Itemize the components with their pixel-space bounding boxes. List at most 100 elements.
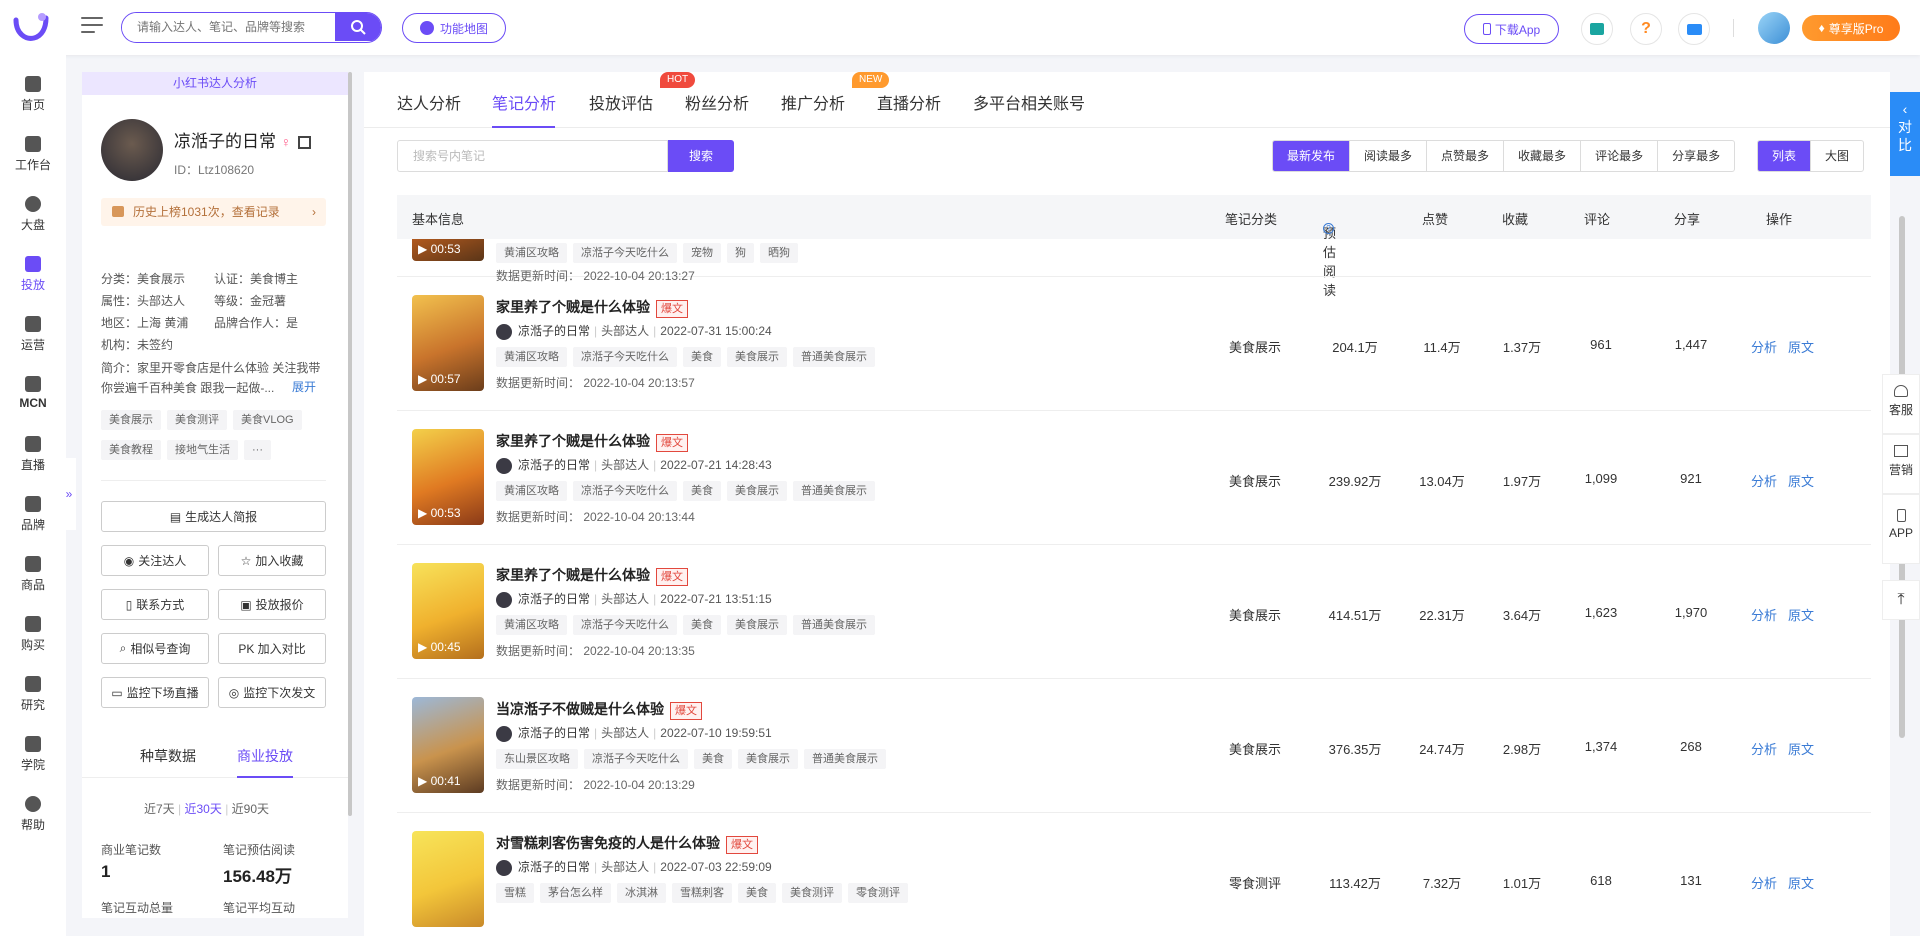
- sort-most-liked[interactable]: 点赞最多: [1427, 141, 1505, 171]
- search-button[interactable]: [335, 13, 381, 41]
- analyze-link[interactable]: 分析: [1751, 471, 1777, 490]
- duration: ▶ 00:45: [418, 640, 461, 654]
- author-name[interactable]: 凉湉子的日常: [518, 458, 590, 472]
- monitor-live-button[interactable]: ▭ 监控下场直播: [101, 677, 209, 708]
- more-tags-button[interactable]: ···: [244, 440, 271, 460]
- tab-fans-analysis[interactable]: 粉丝分析: [685, 90, 749, 114]
- note-thumbnail[interactable]: ▶ 00:57: [412, 295, 484, 391]
- nav-item-help[interactable]: 帮助: [0, 796, 66, 833]
- nav-item-live[interactable]: 直播: [0, 436, 66, 473]
- original-link[interactable]: 原文: [1788, 471, 1814, 490]
- author-name[interactable]: 凉湉子的日常: [518, 592, 590, 606]
- view-list[interactable]: 列表: [1758, 141, 1812, 171]
- download-app-button[interactable]: 下载App: [1464, 14, 1559, 44]
- tab-note-analysis[interactable]: 笔记分析: [492, 90, 556, 114]
- help-icon[interactable]: ?: [1323, 223, 1334, 234]
- publish-date: 2022-07-21 13:51:15: [660, 592, 772, 606]
- expand-link[interactable]: 展开: [290, 378, 317, 395]
- marketing-button[interactable]: 营销: [1882, 434, 1920, 494]
- logo-icon[interactable]: [12, 12, 50, 42]
- note-thumbnail[interactable]: ▶ 00:53: [412, 239, 484, 261]
- analyze-link[interactable]: 分析: [1751, 337, 1777, 356]
- tab-creator-analysis[interactable]: 达人分析: [397, 90, 461, 114]
- view-grid[interactable]: 大图: [1811, 141, 1863, 171]
- similar-search-button[interactable]: ⌕ 相似号查询: [101, 633, 209, 664]
- follow-button[interactable]: ◉ 关注达人: [101, 545, 209, 576]
- panel-scrollbar[interactable]: [348, 72, 352, 816]
- tab-multi-platform[interactable]: 多平台相关账号: [973, 90, 1085, 114]
- original-link[interactable]: 原文: [1788, 605, 1814, 624]
- note-title[interactable]: 对雪糕刺客伤害免疫的人是什么体验 爆文: [496, 833, 758, 854]
- note-search-button[interactable]: 搜索: [668, 140, 734, 172]
- author-name[interactable]: 凉湉子的日常: [518, 860, 590, 874]
- period-30d[interactable]: 近30天: [184, 802, 221, 816]
- question-icon[interactable]: ?: [1630, 13, 1662, 45]
- original-link[interactable]: 原文: [1788, 337, 1814, 356]
- customer-service-button[interactable]: 客服: [1882, 374, 1920, 434]
- nav-item-goods[interactable]: 商品: [0, 556, 66, 593]
- tab-seeding-data[interactable]: 种草数据: [140, 746, 196, 766]
- note-thumbnail[interactable]: ▶ 00:53: [412, 429, 484, 525]
- sort-latest[interactable]: 最新发布: [1273, 141, 1351, 171]
- tab-promotion-analysis[interactable]: 推广分析: [781, 90, 845, 114]
- sort-most-read[interactable]: 阅读最多: [1350, 141, 1428, 171]
- profile-tag[interactable]: 美食教程: [101, 440, 161, 460]
- back-to-top-icon[interactable]: ⤒: [1882, 580, 1920, 620]
- note-thumbnail[interactable]: ▶ 00:41: [412, 697, 484, 793]
- mail-icon[interactable]: [1678, 13, 1710, 45]
- tab-commercial[interactable]: 商业投放: [237, 746, 293, 766]
- nav-item-academy[interactable]: 学院: [0, 736, 66, 773]
- nav-item-dashboard[interactable]: 大盘: [0, 196, 66, 233]
- favorite-button[interactable]: ☆ 加入收藏: [218, 545, 326, 576]
- tab-placement-eval[interactable]: 投放评估: [589, 90, 653, 114]
- gift-icon[interactable]: [1581, 13, 1613, 45]
- original-link[interactable]: 原文: [1788, 873, 1814, 892]
- author-name[interactable]: 凉湉子的日常: [518, 324, 590, 338]
- sort-most-favorited[interactable]: 收藏最多: [1504, 141, 1582, 171]
- sort-most-shared[interactable]: 分享最多: [1658, 141, 1734, 171]
- compare-sidebar-button[interactable]: ‹ 对比: [1890, 92, 1920, 176]
- note-search-input[interactable]: 搜索号内笔记: [397, 140, 668, 172]
- note-title[interactable]: 家里养了个贼是什么体验 爆文: [496, 297, 688, 318]
- analyze-link[interactable]: 分析: [1751, 873, 1777, 892]
- nav-item-home[interactable]: 首页: [0, 76, 66, 113]
- pro-badge[interactable]: ♦ 尊享版Pro: [1802, 15, 1900, 41]
- tab-live-analysis[interactable]: 直播分析: [877, 90, 941, 114]
- author-name[interactable]: 凉湉子的日常: [518, 726, 590, 740]
- nav-item-workbench[interactable]: 工作台: [0, 136, 66, 173]
- note-title[interactable]: 家里养了个贼是什么体验 爆文: [496, 565, 688, 586]
- original-link[interactable]: 原文: [1788, 739, 1814, 758]
- monitor-post-button[interactable]: ◎ 监控下次发文: [218, 677, 326, 708]
- contact-button[interactable]: ▯ 联系方式: [101, 589, 209, 620]
- nav-item-research[interactable]: 研究: [0, 676, 66, 713]
- note-thumbnail[interactable]: [412, 831, 484, 927]
- app-button[interactable]: APP: [1882, 494, 1920, 564]
- profile-tag[interactable]: 美食展示: [101, 410, 161, 430]
- nav-item-mcn[interactable]: MCN: [0, 376, 66, 410]
- nav-item-brand[interactable]: 品牌: [0, 496, 66, 533]
- profile-tag[interactable]: 美食VLOG: [233, 410, 302, 430]
- profile-tag[interactable]: 接地气生活: [167, 440, 238, 460]
- note-title[interactable]: 家里养了个贼是什么体验 爆文: [496, 431, 688, 452]
- note-thumbnail[interactable]: ▶ 00:45: [412, 563, 484, 659]
- expand-panel-icon[interactable]: »: [62, 458, 76, 530]
- user-avatar[interactable]: [1758, 12, 1790, 44]
- analyze-link[interactable]: 分析: [1751, 739, 1777, 758]
- history-ranking-link[interactable]: 历史上榜1031次，查看记录 ›: [101, 198, 326, 226]
- period-90d[interactable]: 近90天: [232, 802, 269, 816]
- period-7d[interactable]: 近7天: [144, 802, 175, 816]
- generate-brief-button[interactable]: ▤ 生成达人简报: [101, 501, 326, 532]
- analyze-link[interactable]: 分析: [1751, 605, 1777, 624]
- qrcode-icon[interactable]: [297, 136, 311, 150]
- nav-item-placement[interactable]: 投放: [0, 256, 66, 293]
- function-map-button[interactable]: 功能地图: [402, 13, 506, 43]
- quote-button[interactable]: ▣ 投放报价: [218, 589, 326, 620]
- profile-tag[interactable]: 美食测评: [167, 410, 227, 430]
- menu-toggle-icon[interactable]: [81, 17, 103, 37]
- nav-item-operation[interactable]: 运营: [0, 316, 66, 353]
- add-compare-button[interactable]: PK 加入对比: [218, 633, 326, 664]
- note-title[interactable]: 当凉湉子不做贼是什么体验 爆文: [496, 699, 702, 720]
- global-search-input[interactable]: [122, 13, 336, 41]
- nav-item-buy[interactable]: 购买: [0, 616, 66, 653]
- sort-most-commented[interactable]: 评论最多: [1581, 141, 1659, 171]
